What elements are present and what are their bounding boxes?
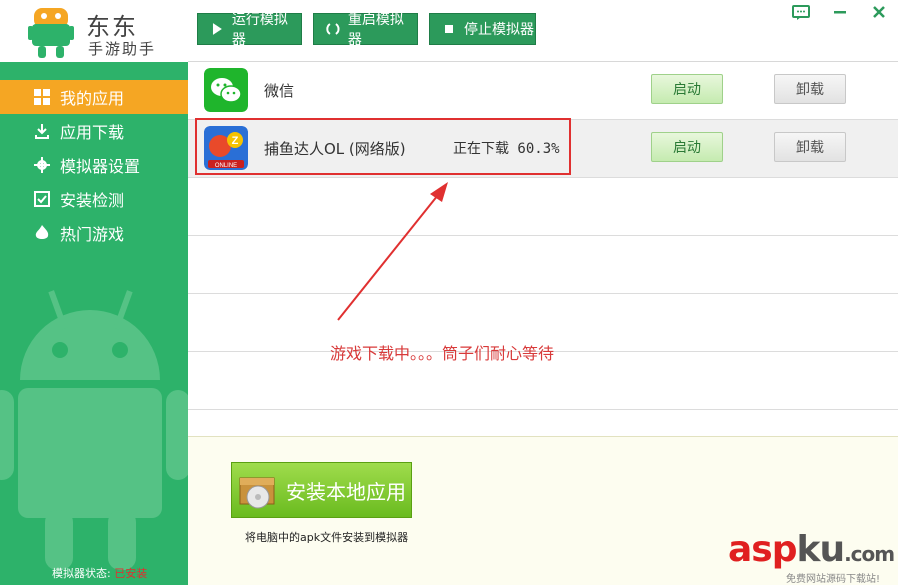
sidebar-item-install-check[interactable]: 安装检测 — [0, 182, 188, 216]
app-title: 东东 — [86, 13, 138, 41]
uninstall-button[interactable]: 卸载 — [774, 132, 846, 162]
run-emulator-label: 运行模拟器 — [231, 12, 288, 48]
refresh-icon — [326, 23, 340, 35]
sidebar-item-app-download[interactable]: 应用下载 — [0, 114, 188, 148]
hot-icon — [35, 225, 49, 239]
empty-row — [188, 236, 898, 294]
run-emulator-button[interactable]: 运行模拟器 — [197, 12, 302, 48]
start-button[interactable]: 启动 — [651, 132, 723, 162]
sidebar-item-label: 应用下载 — [60, 123, 125, 142]
uninstall-button[interactable]: 卸载 — [774, 74, 846, 104]
watermark-asp: asp — [728, 529, 797, 570]
robot-logo-icon — [28, 8, 74, 58]
sidebar-item-emulator-settings[interactable]: 模拟器设置 — [0, 148, 188, 182]
install-button-label: 安装本地应用 — [286, 479, 406, 504]
install-local-app-button[interactable]: 安装本地应用 — [231, 462, 412, 518]
annotation-arrow — [337, 182, 448, 321]
sidebar-item-label: 热门游戏 — [60, 225, 125, 244]
checkbox-icon — [34, 191, 50, 207]
sidebar-item-label: 安装检测 — [60, 191, 125, 210]
feedback-icon[interactable] — [792, 5, 810, 21]
download-icon — [35, 124, 49, 139]
restart-emulator-button[interactable]: 重启模拟器 — [313, 12, 418, 48]
stop-emulator-label: 停止模拟器 — [464, 22, 534, 38]
sidebar-nav: 我的应用 应用下载 模拟器设置 安装检测 热门游戏 — [0, 80, 188, 250]
sidebar: 东东 手游助手 我的应用 应用下载 模拟器设置 安装检测 热门游戏 模拟器状态:… — [0, 0, 188, 585]
start-button[interactable]: 启动 — [651, 74, 723, 104]
watermark-com: .com — [844, 542, 895, 566]
annotation-text: 游戏下载中。。。筒子们耐心等待 — [330, 344, 555, 363]
package-disc-icon — [239, 477, 275, 509]
sidebar-item-hot-games[interactable]: 热门游戏 — [0, 216, 188, 250]
gear-icon — [34, 157, 50, 173]
status-label: 模拟器状态: — [52, 567, 111, 580]
android-mascot-icon — [0, 290, 188, 570]
sidebar-item-label: 模拟器设置 — [60, 157, 141, 176]
close-icon[interactable] — [872, 5, 886, 19]
highlight-box — [195, 118, 571, 175]
empty-row — [188, 178, 898, 236]
watermark-logo: aspku.com — [728, 529, 895, 570]
install-hint: 将电脑中的apk文件安装到模拟器 — [245, 531, 409, 544]
emulator-status: 模拟器状态: 已安装 — [52, 565, 147, 581]
watermark-ku: ku — [796, 529, 846, 570]
play-icon — [212, 23, 222, 35]
stop-emulator-button[interactable]: 停止模拟器 — [429, 13, 536, 45]
toolbar: 运行模拟器 重启模拟器 停止模拟器 — [188, 0, 898, 62]
sidebar-item-label: 我的应用 — [60, 89, 125, 108]
wechat-icon — [204, 68, 248, 112]
app-name: 微信 — [264, 82, 295, 100]
restart-emulator-label: 重启模拟器 — [347, 12, 404, 48]
watermark-subtitle: 免费网站源码下载站! — [786, 574, 881, 585]
minimize-icon[interactable] — [833, 5, 847, 19]
sidebar-item-my-apps[interactable]: 我的应用 — [0, 80, 188, 114]
grid-icon — [34, 89, 50, 105]
list-item: 微信 启动 卸载 — [188, 62, 898, 120]
app-subtitle: 手游助手 — [88, 40, 157, 58]
app-logo: 东东 手游助手 — [0, 0, 188, 62]
status-value: 已安装 — [114, 567, 148, 580]
stop-icon — [445, 25, 453, 33]
install-panel: 安装本地应用 将电脑中的apk文件安装到模拟器 aspku.com 免费网站源码… — [188, 436, 898, 585]
